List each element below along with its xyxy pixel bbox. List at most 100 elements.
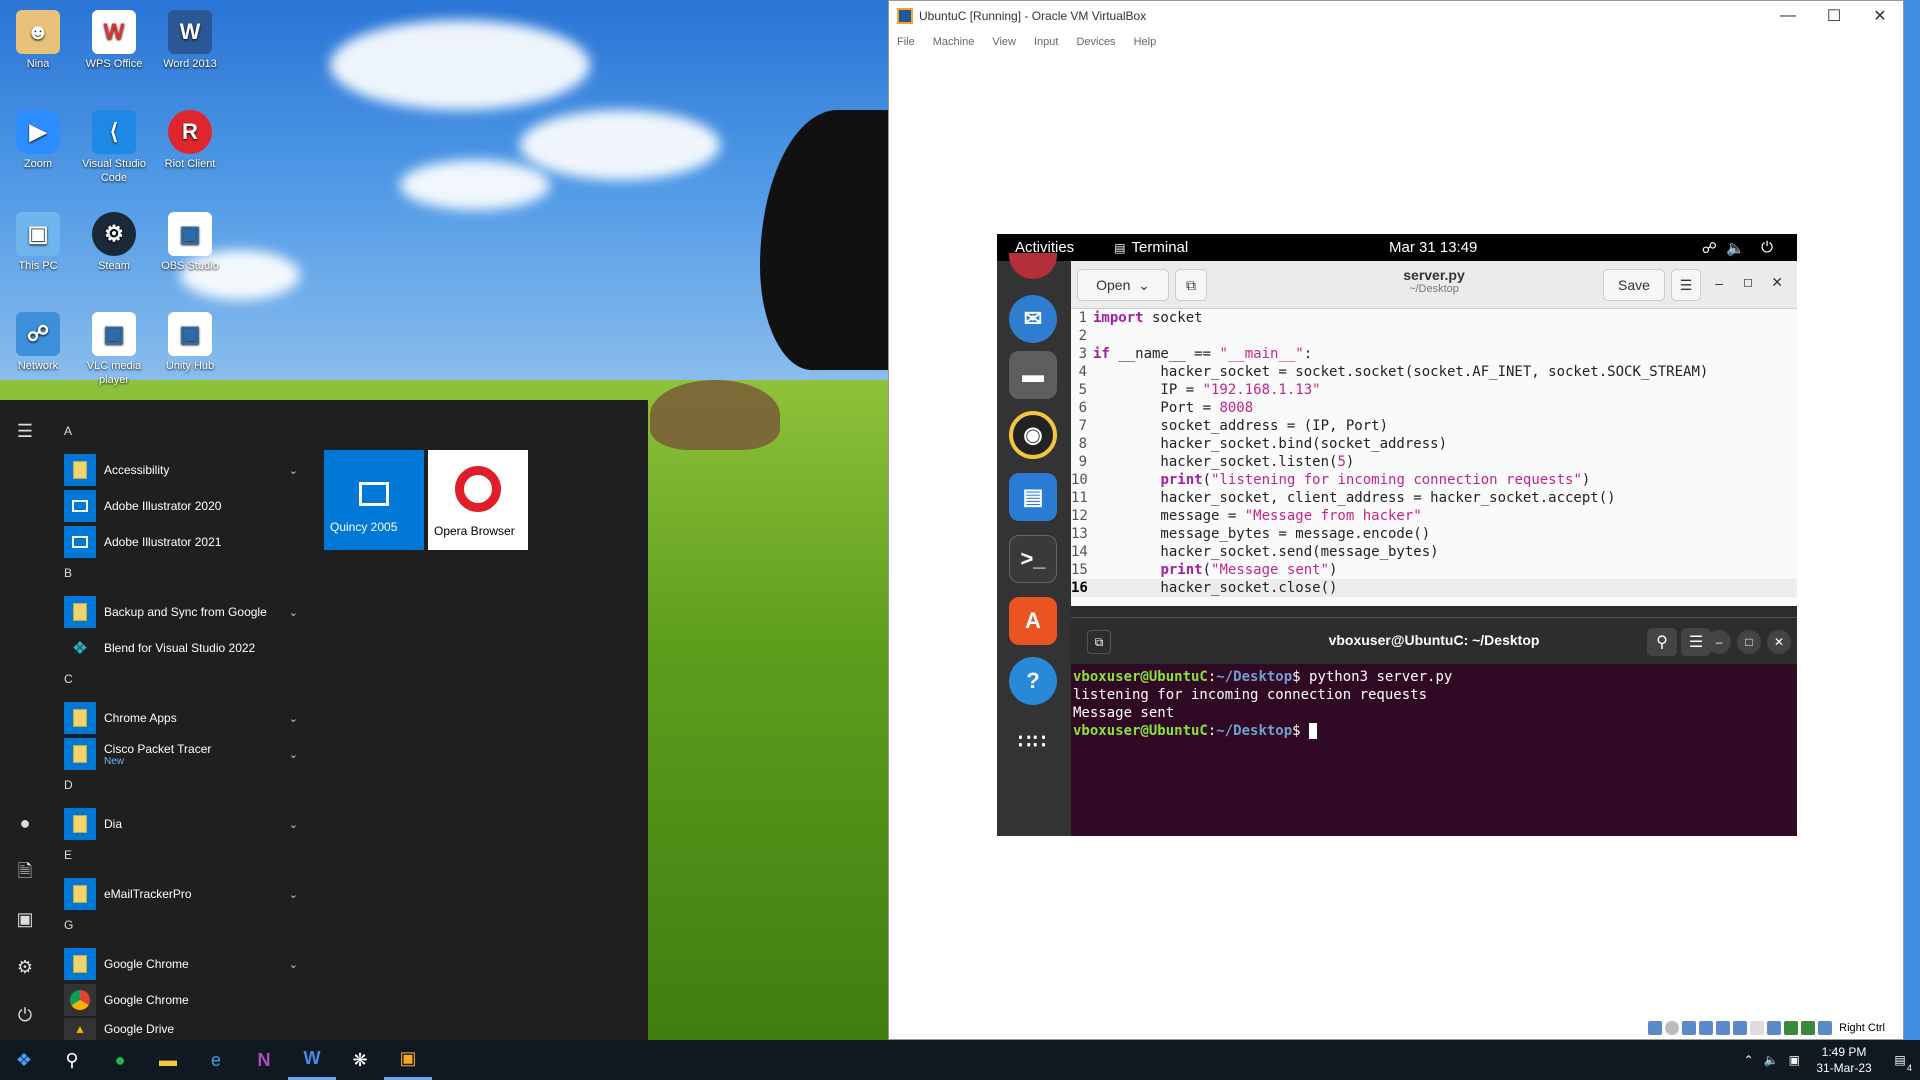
app-item-accessibility[interactable]: Accessibility ⌄ [56,452,306,488]
close-button[interactable]: ✕ [1771,274,1783,291]
new-tab-button[interactable]: ⧉ [1175,269,1207,301]
hamburger-menu-icon[interactable]: ☰ [14,420,36,442]
start-button[interactable]: ❖ [0,1040,48,1080]
app-item-google-chrome[interactable]: Google Chrome [56,982,306,1018]
close-button[interactable]: ✕ [1857,1,1903,31]
code-line[interactable]: 12 message = "Message from hacker" [1071,507,1797,525]
show-apps-grid-icon[interactable]: ∷∷ [1009,717,1057,765]
desktop-icon-nina[interactable]: ☻ Nina [0,10,76,71]
taskbar-edge[interactable]: e [192,1040,240,1080]
keyboard-capture-icon[interactable] [1818,1021,1833,1035]
volume-icon[interactable]: 🔈 [1764,1053,1779,1067]
power-icon[interactable]: ⏻ [1761,239,1773,256]
menu-file[interactable]: File [897,31,915,53]
desktop-icon-word-2013[interactable]: W Word 2013 [152,10,228,71]
desktop-icon-wps-office[interactable]: W WPS Office [76,10,152,71]
app-item-blend[interactable]: ❖ Blend for Visual Studio 2022 [56,630,306,666]
letter-header[interactable]: B [56,560,306,594]
code-line[interactable]: 13 message_bytes = message.encode() [1071,525,1797,543]
desktop-icon-unity-hub[interactable]: ▣ Unity Hub [152,312,228,373]
code-line[interactable]: 7 socket_address = (IP, Port) [1071,417,1797,435]
network-status-icon[interactable] [1699,1021,1714,1035]
tile-opera-browser[interactable]: Opera Browser [428,450,528,550]
code-line[interactable]: 9 hacker_socket.listen(5) [1071,453,1797,471]
menu-machine[interactable]: Machine [933,31,975,53]
code-line[interactable]: 2 [1071,327,1797,345]
search-button[interactable]: ⚲ [1647,628,1677,656]
minimize-button[interactable]: — [1765,1,1811,31]
documents-icon[interactable]: 🗎 [14,860,36,882]
libreoffice-writer-icon[interactable]: ▤ [1009,473,1057,521]
menu-view[interactable]: View [992,31,1016,53]
guest-display[interactable]: Activities ▤ Terminal Mar 31 13:49 ☍ 🔈 ⏻… [997,234,1797,836]
maximize-button[interactable]: ☐ [1811,1,1857,31]
search-button[interactable]: ⚲ [48,1040,96,1080]
restore-button[interactable]: ◻ [1743,275,1753,289]
app-item-dia[interactable]: Dia ⌄ [56,806,306,842]
code-editor[interactable]: 1 import socket 2 3 if __name__ == "__main__… [1071,309,1797,597]
close-button[interactable]: ✕ [1767,630,1791,654]
terminal-icon[interactable]: >_ [1009,535,1057,583]
shared-folder-icon[interactable] [1733,1021,1748,1035]
app-item-adobe-illustrator-2021[interactable]: Adobe Illustrator 2021 [56,524,306,560]
network-icon[interactable]: ▣ [1789,1053,1800,1067]
desktop-icon-vscode[interactable]: ⟨ Visual Studio Code [76,110,152,185]
thunderbird-icon[interactable]: ✉ [1009,295,1057,343]
letter-header[interactable]: D [56,772,306,806]
letter-header[interactable]: A [56,418,306,452]
optical-drive-icon[interactable] [1665,1021,1680,1035]
desktop-icon-riot-client[interactable]: R Riot Client [152,110,228,171]
user-avatar-icon[interactable]: ● [14,812,36,834]
code-line[interactable]: 16 hacker_socket.close() [1071,579,1797,597]
code-line[interactable]: 11 hacker_socket, client_address = hacke… [1071,489,1797,507]
recording-icon[interactable] [1767,1021,1782,1035]
minimize-button[interactable]: – [1707,630,1731,654]
app-item-backup-and-sync[interactable]: Backup and Sync from Google ⌄ [56,594,306,630]
menu-devices[interactable]: Devices [1076,31,1115,53]
terminal-window[interactable]: ⧉ vboxuser@UbuntuC: ~/Desktop ⚲ ☰ – □ ✕ … [1071,617,1797,836]
desktop-icon-vlc[interactable]: ▣ VLC media player [76,312,152,387]
hard-disk-icon[interactable] [1648,1021,1663,1035]
firefox-icon[interactable] [1009,253,1057,279]
clock[interactable]: Mar 31 13:49 [1389,239,1477,256]
pictures-icon[interactable]: ▣ [14,908,36,930]
app-item-google-drive[interactable]: ▲ Google Drive [56,1018,306,1040]
power-icon[interactable]: ⏻ [14,1004,36,1026]
audio-icon[interactable] [1682,1021,1697,1035]
terminal-output[interactable]: vboxuser@UbuntuC:~/Desktop$ python3 serv… [1071,664,1797,740]
app-item-adobe-illustrator-2020[interactable]: Adobe Illustrator 2020 [56,488,306,524]
app-item-chrome-apps[interactable]: Chrome Apps ⌄ [56,700,306,736]
desktop-icon-zoom[interactable]: ▶ Zoom [0,110,76,171]
network-icon[interactable]: ☍ [1702,239,1717,257]
menu-help[interactable]: Help [1134,31,1157,53]
usb-icon[interactable] [1716,1021,1731,1035]
code-line[interactable]: 4 hacker_socket = socket.socket(socket.A… [1071,363,1797,381]
volume-icon[interactable]: 🔈 [1726,239,1745,257]
app-item-emailtrackerpro[interactable]: eMailTrackerPro ⌄ [56,876,306,912]
settings-gear-icon[interactable]: ⚙ [14,956,36,978]
help-icon[interactable]: ? [1009,657,1057,705]
tile-quincy-2005[interactable]: Quincy 2005 [324,450,424,550]
taskbar-clock[interactable]: 1:49 PM 31-Mar-23 [1808,1044,1880,1076]
window-titlebar[interactable]: UbuntuC [Running] - Oracle VM VirtualBox [889,1,1903,31]
code-line[interactable]: 5 IP = "192.168.1.13" [1071,381,1797,399]
desktop-icon-obs-studio[interactable]: ▣ OBS Studio [152,212,228,273]
taskbar-3d-viewer[interactable]: ❋ [336,1040,384,1080]
desktop-icon-this-pc[interactable]: ▣ This PC [0,212,76,273]
mouse-integration-icon[interactable] [1801,1021,1816,1035]
code-line[interactable]: 8 hacker_socket.bind(socket_address) [1071,435,1797,453]
taskbar-spotify[interactable]: ● [96,1040,144,1080]
desktop-icon-network[interactable]: ☍ Network [0,312,76,373]
code-line[interactable]: 1 import socket [1071,309,1797,327]
chevron-up-icon[interactable]: ⌃ [1744,1053,1754,1067]
desktop-icon-steam[interactable]: ⚙ Steam [76,212,152,273]
app-menu[interactable]: Terminal [1132,239,1189,256]
open-button[interactable]: Open ⌄ [1077,269,1169,301]
display-icon[interactable] [1750,1021,1765,1035]
taskbar-file-explorer[interactable]: ▬ [144,1040,192,1080]
menu-input[interactable]: Input [1034,31,1058,53]
cpu-icon[interactable] [1784,1021,1799,1035]
minimize-button[interactable]: – [1715,275,1723,291]
files-icon[interactable]: ▬ [1009,351,1057,399]
code-line[interactable]: 14 hacker_socket.send(message_bytes) [1071,543,1797,561]
